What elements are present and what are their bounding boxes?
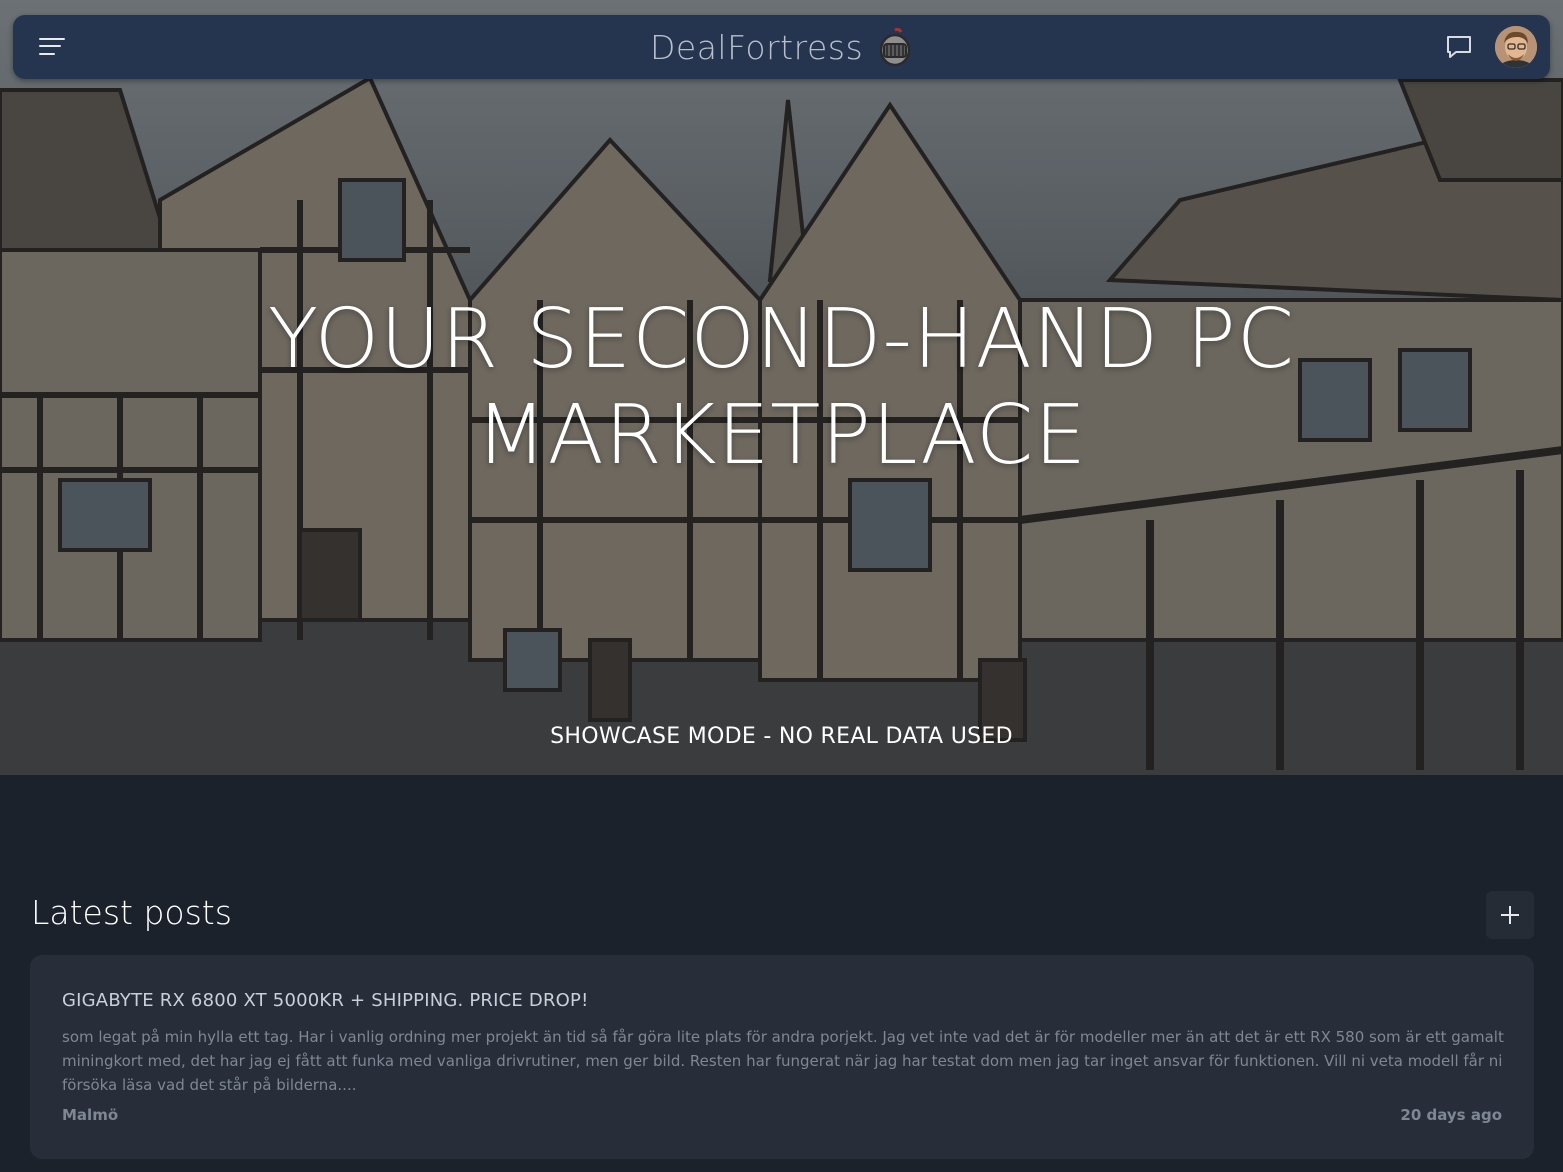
brand[interactable]: DealFortress	[650, 25, 913, 69]
post-card[interactable]: GIGABYTE RX 6800 XT 5000KR + SHIPPING. P…	[30, 955, 1534, 1159]
hero-title-line1: YOUR SECOND-HAND PC	[268, 292, 1295, 387]
post-excerpt: som legat på min hylla ett tag. Har i va…	[62, 1028, 1504, 1094]
brand-name: DealFortress	[650, 27, 864, 67]
add-post-button[interactable]	[1486, 891, 1534, 939]
showcase-notice: SHOWCASE MODE - NO REAL DATA USED	[550, 724, 1013, 749]
user-avatar[interactable]	[1495, 26, 1537, 68]
hamburger-menu-icon[interactable]	[39, 37, 67, 59]
post-location: Malmö	[62, 1106, 119, 1124]
post-title: GIGABYTE RX 6800 XT 5000KR + SHIPPING. P…	[62, 990, 589, 1011]
latest-posts-title: Latest posts	[31, 893, 232, 932]
hero-title: YOUR SECOND-HAND PC MARKETPLACE	[0, 292, 1563, 484]
post-timestamp: 20 days ago	[1400, 1106, 1502, 1124]
hero-banner: YOUR SECOND-HAND PC MARKETPLACE SHOWCASE…	[0, 0, 1563, 775]
hero-title-line2: MARKETPLACE	[475, 388, 1088, 483]
knight-helmet-icon	[879, 27, 911, 67]
top-navbar: DealFortress	[13, 15, 1550, 79]
avatar-portrait	[1495, 26, 1537, 68]
plus-icon-vertical	[1509, 906, 1511, 924]
chat-bubble-icon[interactable]	[1445, 33, 1473, 61]
